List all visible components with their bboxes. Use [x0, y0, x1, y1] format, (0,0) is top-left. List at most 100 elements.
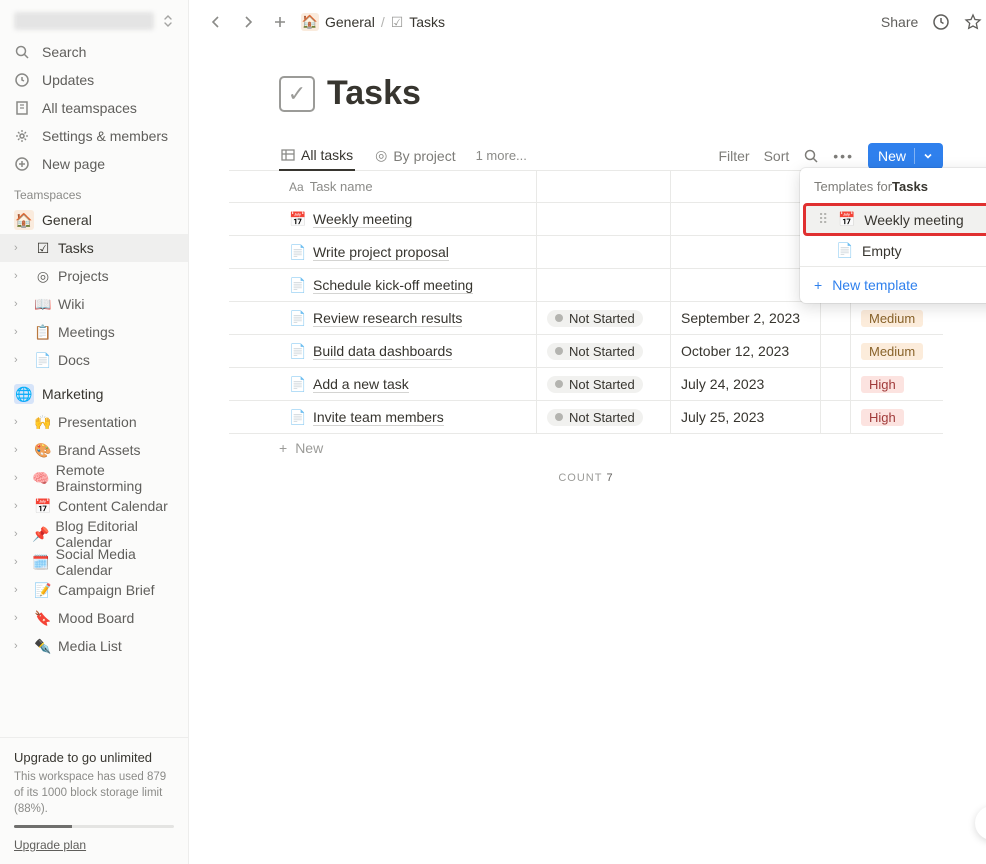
more-icon[interactable]: •••	[833, 148, 854, 164]
drag-handle-icon[interactable]: ⠿	[818, 211, 828, 228]
template-item-weekly-meeting[interactable]: ⠿ 📅 Weekly meeting •••	[804, 204, 986, 235]
column-header-status[interactable]	[537, 171, 671, 202]
status-badge[interactable]: Not Started	[547, 310, 643, 327]
new-template-button[interactable]: + New template	[800, 266, 986, 303]
status-badge[interactable]: Not Started	[547, 343, 643, 360]
sidebar-updates[interactable]: Updates	[0, 66, 188, 94]
chevron-right-icon[interactable]: ›	[14, 326, 28, 338]
sidebar-page-blog-editorial[interactable]: ›📌Blog Editorial Calendar	[0, 520, 188, 548]
sidebar-page-docs[interactable]: › 📄 Docs	[0, 346, 188, 374]
row-title[interactable]: Schedule kick-off meeting	[313, 277, 473, 294]
due-date[interactable]: September 2, 2023	[671, 302, 821, 334]
row-title[interactable]: Invite team members	[313, 409, 444, 426]
upgrade-link[interactable]: Upgrade plan	[14, 838, 86, 852]
due-date[interactable]	[671, 236, 821, 268]
template-item-empty[interactable]: 📄 Empty DEFAULT •••	[800, 235, 986, 266]
sort-button[interactable]: Sort	[764, 148, 790, 164]
teamspace-general[interactable]: 🏠 General	[0, 206, 188, 234]
sidebar-page-projects[interactable]: › ◎ Projects	[0, 262, 188, 290]
chevron-right-icon[interactable]: ›	[14, 416, 28, 428]
building-icon	[14, 100, 32, 116]
filter-button[interactable]: Filter	[718, 148, 749, 164]
table-row[interactable]: 📄Add a new taskNot StartedJuly 24, 2023H…	[229, 368, 943, 401]
priority-badge[interactable]: High	[861, 409, 904, 426]
table-row[interactable]: 📄Review research resultsNot StartedSepte…	[229, 302, 943, 335]
forward-button[interactable]	[237, 13, 259, 31]
sidebar-page-content-calendar[interactable]: ›📅Content Calendar	[0, 492, 188, 520]
breadcrumb-tasks[interactable]: Tasks	[409, 14, 445, 30]
sidebar-page-mood-board[interactable]: ›🔖Mood Board	[0, 604, 188, 632]
row-title[interactable]: Weekly meeting	[313, 211, 412, 228]
column-header-name[interactable]: AaTask name	[229, 171, 537, 202]
breadcrumb-general[interactable]: General	[325, 14, 375, 30]
chevron-right-icon[interactable]: ›	[14, 528, 26, 540]
chevron-right-icon[interactable]: ›	[14, 584, 28, 596]
share-button[interactable]: Share	[881, 14, 918, 30]
sidebar-page-meetings[interactable]: › 📋 Meetings	[0, 318, 188, 346]
chevron-right-icon[interactable]: ›	[14, 556, 26, 568]
workspace-switcher[interactable]	[0, 0, 188, 38]
table-row[interactable]: 📄Invite team membersNot StartedJuly 25, …	[229, 401, 943, 434]
row-title[interactable]: Add a new task	[313, 376, 409, 393]
sidebar-page-media-list[interactable]: ›✒️Media List	[0, 632, 188, 660]
tab-by-project[interactable]: ◎ By project	[373, 141, 457, 170]
sidebar-page-campaign-brief[interactable]: ›📝Campaign Brief	[0, 576, 188, 604]
sidebar-settings[interactable]: Settings & members	[0, 122, 188, 150]
row-title[interactable]: Review research results	[313, 310, 462, 327]
priority-badge[interactable]: Medium	[861, 343, 923, 360]
chevron-right-icon[interactable]: ›	[14, 298, 28, 310]
due-date[interactable]	[671, 269, 821, 301]
new-tab-button[interactable]	[269, 13, 291, 31]
priority-badge[interactable]: High	[861, 376, 904, 393]
table-row[interactable]: 📄Build data dashboardsNot StartedOctober…	[229, 335, 943, 368]
row-count: COUNT 7	[229, 462, 943, 494]
chevron-right-icon[interactable]: ›	[14, 500, 28, 512]
priority-badge[interactable]: Medium	[861, 310, 923, 327]
help-fab[interactable]: ?	[975, 806, 986, 840]
sidebar-page-remote-brainstorming[interactable]: ›🧠Remote Brainstorming	[0, 464, 188, 492]
star-icon[interactable]	[964, 13, 982, 31]
chevron-right-icon[interactable]: ›	[14, 612, 28, 624]
chevron-right-icon[interactable]: ›	[14, 444, 28, 456]
sidebar-page-presentation[interactable]: ›🙌Presentation	[0, 408, 188, 436]
due-date[interactable]	[671, 203, 821, 235]
add-row-label: New	[295, 440, 323, 456]
chevron-right-icon[interactable]: ›	[14, 472, 26, 484]
teamspace-marketing[interactable]: 🌐 Marketing	[0, 380, 188, 408]
due-date[interactable]: October 12, 2023	[671, 335, 821, 367]
view-tabs: All tasks ◎ By project 1 more... Filter …	[229, 141, 943, 171]
page-title[interactable]: Tasks	[327, 74, 421, 113]
search-icon[interactable]	[803, 148, 819, 164]
chevron-right-icon[interactable]: ›	[14, 270, 28, 282]
brain-icon: 🧠	[32, 470, 49, 487]
chevron-down-icon[interactable]	[923, 151, 933, 161]
tab-label: All tasks	[301, 147, 353, 163]
sidebar-page-label: Media List	[58, 638, 122, 654]
status-badge[interactable]: Not Started	[547, 409, 643, 426]
tab-all-tasks[interactable]: All tasks	[279, 141, 355, 171]
sidebar-new-page[interactable]: New page	[0, 150, 188, 178]
due-date[interactable]: July 25, 2023	[671, 401, 821, 433]
column-header-due[interactable]	[671, 171, 821, 202]
sidebar-page-brand-assets[interactable]: ›🎨Brand Assets	[0, 436, 188, 464]
chevron-right-icon[interactable]: ›	[14, 640, 28, 652]
chevron-right-icon[interactable]: ›	[14, 354, 28, 366]
status-badge[interactable]: Not Started	[547, 376, 643, 393]
sidebar-page-wiki[interactable]: › 📖 Wiki	[0, 290, 188, 318]
add-row-button[interactable]: + New	[229, 434, 943, 462]
sidebar-search[interactable]: Search	[0, 38, 188, 66]
sidebar-settings-label: Settings & members	[42, 128, 168, 144]
row-title[interactable]: Write project proposal	[313, 244, 449, 261]
new-button[interactable]: New	[868, 143, 943, 169]
back-button[interactable]	[205, 13, 227, 31]
row-title[interactable]: Build data dashboards	[313, 343, 452, 360]
clock-icon[interactable]	[932, 13, 950, 31]
tab-label: By project	[393, 148, 455, 164]
sidebar-all-teamspaces[interactable]: All teamspaces	[0, 94, 188, 122]
sidebar-page-tasks[interactable]: › ☑ Tasks	[0, 234, 188, 262]
sidebar-page-social-calendar[interactable]: ›🗓️Social Media Calendar	[0, 548, 188, 576]
chevron-right-icon[interactable]: ›	[14, 242, 28, 254]
page-icon[interactable]: ✓	[279, 76, 315, 112]
due-date[interactable]: July 24, 2023	[671, 368, 821, 400]
tabs-more[interactable]: 1 more...	[476, 148, 527, 163]
